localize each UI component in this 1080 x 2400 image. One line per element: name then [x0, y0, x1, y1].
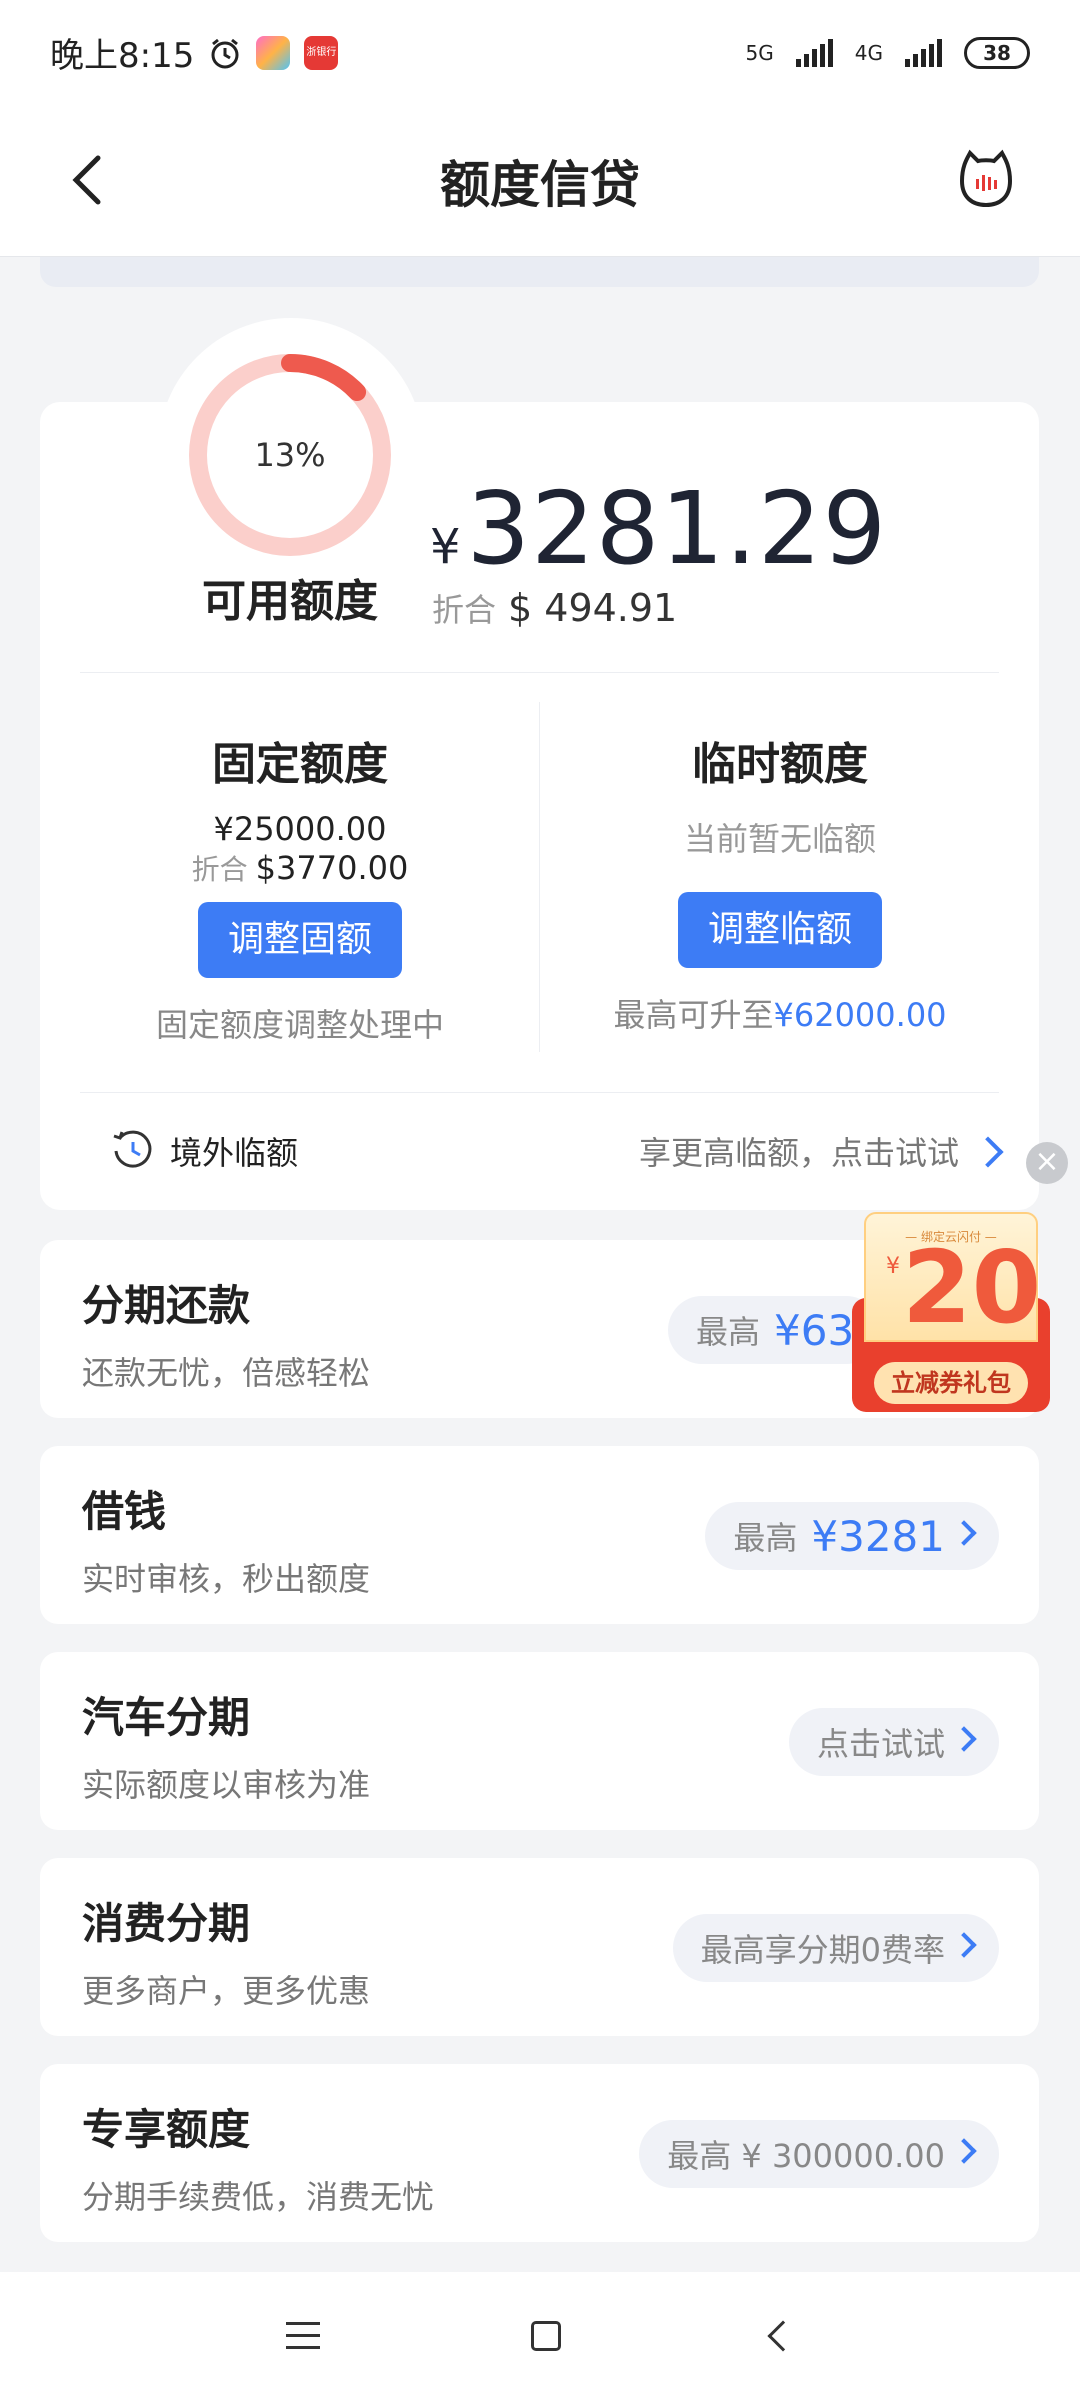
product-pill[interactable]: 最高享分期0费率: [672, 1914, 999, 1982]
fixed-credit-column: 固定额度 ¥25000.00 折合 $3770.00 调整固额 固定额度调整处理中: [90, 728, 510, 1046]
fixed-usd-prefix: 折合: [191, 853, 248, 886]
battery-indicator: 38: [964, 36, 1030, 69]
coupon-ticket: — 绑定云闪付 — ¥ 20: [864, 1212, 1042, 1346]
assistant-mascot-icon[interactable]: [954, 147, 1018, 211]
product-subtitle: 实时审核，秒出额度: [82, 1560, 371, 1598]
pill-prefix: 最高 ¥ 300000.00: [667, 2137, 945, 2175]
product-card-exclusive-credit[interactable]: 专享额度 分期手续费低，消费无忧 最高 ¥ 300000.00: [40, 2064, 1039, 2242]
status-time: 晚上8:15: [50, 36, 195, 76]
product-subtitle: 实际额度以审核为准: [82, 1766, 371, 1804]
app-notification-icon: [256, 35, 291, 70]
product-pill[interactable]: 最高 ¥ 300000.00: [639, 2120, 999, 2188]
temporary-credit-note: 最高可升至¥62000.00: [570, 990, 990, 1036]
usage-percent-label: 13%: [254, 436, 326, 474]
available-credit-label: 可用额度: [202, 576, 378, 627]
product-pill[interactable]: 最高 ¥63: [668, 1296, 881, 1364]
chevron-right-icon: [951, 1932, 977, 1958]
coupon-yen: ¥: [886, 1254, 900, 1279]
network-4g-label: 4G: [854, 40, 883, 65]
product-pill[interactable]: 最高 ¥3281: [705, 1502, 999, 1570]
alarm-icon: [211, 38, 239, 68]
collapsed-banner-strip: [40, 257, 1039, 287]
fixed-credit-amount: ¥25000.00: [213, 810, 387, 848]
chevron-right-icon: [972, 1136, 1004, 1168]
product-title: 专享额度: [82, 2105, 251, 2154]
temporary-note-prefix: 最高可升至: [613, 996, 774, 1034]
card-divider-vertical: [539, 702, 540, 1052]
overseas-label: 境外临额: [170, 1134, 299, 1172]
back-arrow-icon[interactable]: [60, 150, 120, 210]
card-divider-top: [80, 672, 999, 673]
overseas-hint-text: 享更高临额，点击试试: [638, 1134, 959, 1172]
product-pill[interactable]: 点击试试: [788, 1708, 999, 1776]
pill-prefix: 最高: [733, 1519, 798, 1557]
floating-coupon[interactable]: — 绑定云闪付 — ¥ 20 立减券礼包: [852, 1212, 1050, 1412]
nav-back-icon[interactable]: [767, 2320, 799, 2352]
pill-prefix: 点击试试: [816, 1725, 945, 1763]
signal-5g-icon: [795, 38, 833, 67]
chevron-right-icon: [951, 1726, 977, 1752]
overseas-hint: 享更高临额，点击试试: [638, 1128, 1004, 1174]
fixed-credit-usd: 折合 $3770.00: [90, 848, 510, 888]
product-title: 汽车分期: [82, 1693, 251, 1742]
chevron-right-icon: [951, 2138, 977, 2164]
status-left: 晚上8:15 浙银行: [50, 28, 339, 77]
temporary-credit-title: 临时额度: [692, 739, 868, 790]
pill-prefix: 最高享分期0费率: [700, 1931, 945, 1969]
temporary-note-value: ¥62000.00: [773, 996, 947, 1034]
page-title: 额度信贷: [440, 155, 640, 214]
home-icon[interactable]: [530, 2321, 561, 2351]
system-nav-bar: [0, 2272, 1080, 2400]
signal-4g-icon: [905, 38, 942, 67]
overseas-clock-icon: [113, 1130, 152, 1168]
adjust-fixed-button[interactable]: 调整固额: [198, 902, 402, 978]
available-amount: ¥ 3281.29: [430, 470, 887, 587]
fixed-usd-amount: $3770.00: [255, 849, 409, 887]
product-card-borrow[interactable]: 借钱 实时审核，秒出额度 最高 ¥3281: [40, 1446, 1039, 1624]
fixed-credit-note: 固定额度调整处理中: [155, 1006, 444, 1044]
product-title: 消费分期: [82, 1899, 251, 1948]
currency-symbol: ¥: [430, 519, 461, 575]
available-amount-value: 3281.29: [466, 470, 888, 587]
pill-prefix: 最高: [696, 1313, 761, 1351]
coupon-value: 20: [902, 1229, 1042, 1346]
product-subtitle: 还款无忧，倍感轻松: [82, 1354, 371, 1392]
network-5g-label: 5G: [745, 40, 774, 65]
menu-icon[interactable]: [285, 2322, 320, 2350]
bank-app-notification-icon: 浙银行: [304, 35, 339, 70]
chevron-right-icon: [951, 1520, 977, 1546]
usd-prefix: 折合: [432, 591, 497, 629]
product-card-car-installment[interactable]: 汽车分期 实际额度以审核为准 点击试试: [40, 1652, 1039, 1830]
product-subtitle: 更多商户，更多优惠: [82, 1972, 371, 2010]
status-bar: 晚上8:15 浙银行 5G 4G 38: [0, 0, 1080, 105]
coupon-tag: 立减券礼包: [874, 1362, 1028, 1404]
usd-amount: $ 494.91: [508, 586, 678, 630]
fixed-credit-title: 固定额度: [212, 739, 388, 790]
temporary-credit-column: 临时额度 当前暂无临额 调整临额 最高可升至¥62000.00: [570, 728, 990, 1036]
temporary-credit-status: 当前暂无临额: [683, 820, 876, 858]
pill-value: ¥63: [774, 1305, 855, 1355]
product-card-consumer-installment[interactable]: 消费分期 更多商户，更多优惠 最高享分期0费率: [40, 1858, 1039, 2036]
coupon-close-button[interactable]: ×: [1026, 1142, 1068, 1184]
available-usd: 折合 $ 494.91: [432, 585, 677, 631]
adjust-temporary-button[interactable]: 调整临额: [678, 892, 882, 968]
overseas-temp-credit-row[interactable]: 境外临额 享更高临额，点击试试: [40, 1092, 1039, 1210]
pill-value: ¥3281: [811, 1511, 945, 1561]
product-subtitle: 分期手续费低，消费无忧: [82, 2178, 435, 2216]
product-title: 分期还款: [82, 1281, 251, 1330]
page-header: 额度信贷: [0, 105, 1080, 257]
status-right: 5G 4G 38: [745, 36, 1030, 69]
product-title: 借钱: [82, 1487, 167, 1536]
